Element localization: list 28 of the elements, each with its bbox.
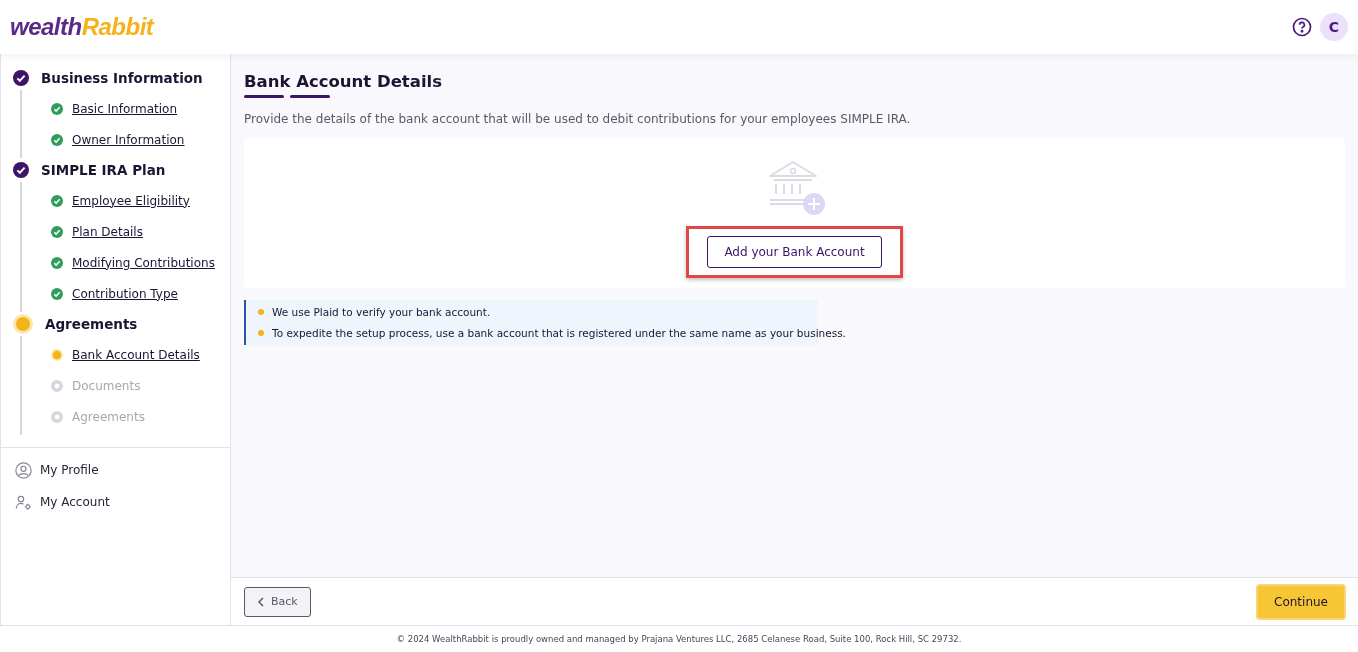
continue-button[interactable]: Continue <box>1256 583 1346 620</box>
bullet-icon <box>258 330 264 336</box>
bullet-icon <box>258 309 264 315</box>
step-link[interactable]: Basic Information <box>72 101 178 116</box>
footer-text: © 2024 WealthRabbit is proudly owned and managed by Prajana Ventures LLC, 2685 Celanese Road, Suite 100, Rock Hill, SC 29732. <box>0 625 1358 652</box>
add-bank-account-button[interactable]: Add your Bank Account <box>707 236 882 268</box>
step-link[interactable]: Owner Information <box>72 132 185 147</box>
step-link[interactable]: Employee Eligibility <box>72 193 190 208</box>
account-link[interactable]: My Account <box>1 486 230 518</box>
back-button[interactable]: Back <box>244 586 311 617</box>
avatar[interactable]: C <box>1320 13 1348 41</box>
user-gear-icon <box>15 493 32 511</box>
step-link[interactable]: Modifying Contributions <box>72 255 215 270</box>
step-link[interactable]: Bank Account Details <box>72 347 200 362</box>
step-link[interactable]: Contribution Type <box>72 286 178 301</box>
chevron-left-icon <box>257 596 265 607</box>
account-link[interactable]: My Profile <box>1 454 230 486</box>
logo[interactable]: wealthRabbit <box>10 13 154 41</box>
page-title: Bank Account Details <box>244 72 443 91</box>
user-circle-icon <box>15 461 32 479</box>
step-title: SIMPLE IRA Plan <box>41 162 166 178</box>
note-text: To expedite the setup process, use a bank account that is registered under the same name as your business. <box>272 327 846 339</box>
help-icon[interactable] <box>1292 17 1312 37</box>
step-link[interactable]: Plan Details <box>72 224 143 239</box>
step-title: Business Information <box>41 70 203 86</box>
note-text: We use Plaid to verify your bank account. <box>272 306 491 318</box>
step-title: Agreements <box>45 316 138 332</box>
description: Provide the details of the bank account that will be used to debit contributions for your employees SIMPLE IRA. <box>244 112 912 126</box>
